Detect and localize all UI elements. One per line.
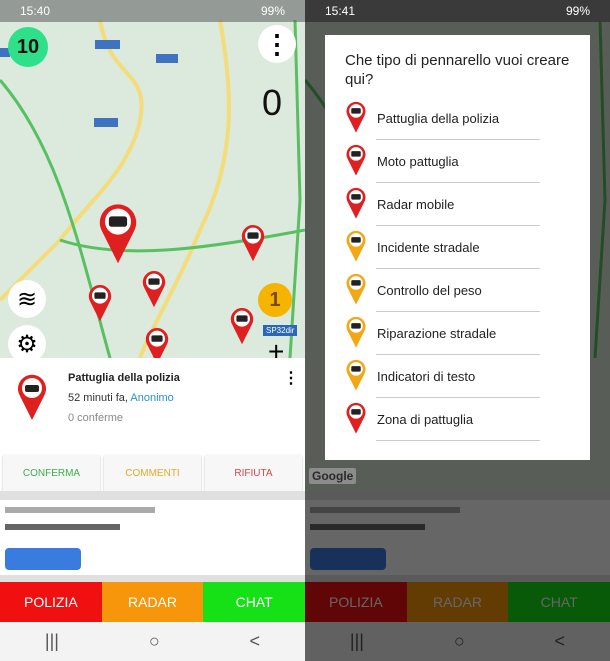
marker-option[interactable]: Pattuglia della polizia	[345, 97, 570, 140]
divider	[0, 491, 305, 500]
marker-option[interactable]: Radar mobile	[345, 183, 570, 226]
police-car-icon	[345, 401, 367, 438]
counter-display: 0	[262, 82, 283, 123]
status-bar: 15:40 99%	[0, 0, 305, 22]
more-menu-button[interactable]: ⋮	[258, 25, 296, 63]
google-attribution: Google	[309, 468, 357, 484]
road-label: SP32dir	[263, 325, 298, 336]
motorcycle-icon	[345, 143, 367, 180]
report-meta: 52 minuti fa, Anonimo	[68, 392, 174, 404]
back-button[interactable]: <	[250, 631, 261, 652]
marker-option[interactable]: Moto pattuglia	[345, 140, 570, 183]
road-work-icon	[345, 315, 367, 352]
action-conferma-button[interactable]: CONFERMA	[3, 455, 100, 491]
map-marker	[99, 204, 137, 264]
points-badge[interactable]: 10	[8, 27, 48, 67]
layers-icon: ≋	[16, 285, 38, 313]
left-screen: 15:40 99% 10 ⋮ 0 ≋ ⚙ 1 SP32dir + Pattugl…	[0, 0, 305, 661]
right-screen: 15:41 99% POLIZIARADARCHAT |||○< Google …	[305, 0, 610, 661]
map-marker	[230, 308, 254, 345]
tab-chat[interactable]: CHAT	[203, 582, 305, 622]
action-commenti-button[interactable]: COMMENTI	[104, 455, 201, 491]
tab-polizia[interactable]: POLIZIA	[0, 582, 102, 622]
divider	[0, 575, 305, 582]
home-button[interactable]: ○	[149, 631, 160, 652]
radar-camera-icon	[345, 186, 367, 223]
battery-level: 99%	[565, 4, 590, 18]
map-marker	[88, 285, 112, 322]
car-crash-icon	[345, 229, 367, 266]
recent-apps-button[interactable]: |||	[45, 631, 59, 652]
rank-medal: 1	[258, 283, 292, 317]
report-options-icon[interactable]: ⋮	[283, 368, 299, 388]
marker-option[interactable]: Riparazione stradale	[345, 312, 570, 355]
action-rifiuta-button[interactable]: RIFIUTA	[205, 455, 302, 491]
map-marker	[145, 328, 169, 358]
zoom-in-button[interactable]: +	[268, 336, 284, 358]
marker-type-dialog: Che tipo di pennarello vuoi creare qui? …	[325, 35, 590, 460]
layers-button[interactable]: ≋	[8, 280, 46, 318]
police-car-icon	[345, 100, 367, 137]
status-time: 15:41	[325, 4, 356, 18]
tab-radar[interactable]: RADAR	[101, 582, 204, 622]
confirmations-count: 0 conferme	[68, 412, 124, 424]
map-marker	[241, 225, 265, 262]
status-bar: 15:41 99%	[305, 0, 610, 22]
ad-button[interactable]	[5, 548, 81, 570]
weight-icon	[345, 272, 367, 309]
report-info-panel: Pattuglia della polizia 52 minuti fa, An…	[0, 358, 305, 455]
report-title: Pattuglia della polizia	[68, 372, 180, 384]
bottom-tabs: POLIZIARADARCHAT	[0, 582, 305, 622]
option-label: Riparazione stradale	[377, 326, 497, 341]
ad-banner[interactable]	[0, 500, 305, 575]
police-marker-icon	[18, 374, 46, 420]
dialog-title: Che tipo di pennarello vuoi creare qui?	[345, 52, 570, 88]
system-nav-bar: ||| ○ <	[0, 622, 305, 661]
speech-bubble-icon	[345, 358, 367, 395]
option-label: Indicatori di testo	[377, 369, 476, 384]
option-label: Incidente stradale	[377, 240, 480, 255]
map-marker	[142, 271, 166, 308]
option-label: Controllo del peso	[377, 283, 482, 298]
gear-icon: ⚙	[16, 330, 38, 358]
settings-button[interactable]: ⚙	[8, 325, 46, 358]
marker-option[interactable]: Controllo del peso	[345, 269, 570, 312]
report-actions: CONFERMA COMMENTI RIFIUTA	[0, 455, 305, 491]
map[interactable]: 10 ⋮ 0 ≋ ⚙ 1 SP32dir +	[0, 0, 305, 358]
status-time: 15:40	[20, 4, 51, 18]
option-label: Pattuglia della polizia	[377, 111, 500, 126]
author-link[interactable]: Anonimo	[130, 392, 173, 404]
option-label: Moto pattuglia	[377, 154, 459, 169]
option-label: Zona di pattuglia	[377, 412, 474, 427]
marker-option[interactable]: Zona di pattuglia	[345, 398, 570, 441]
marker-option[interactable]: Indicatori di testo	[345, 355, 570, 398]
marker-option[interactable]: Incidente stradale	[345, 226, 570, 269]
option-label: Radar mobile	[377, 197, 455, 212]
battery-level: 99%	[260, 4, 285, 18]
